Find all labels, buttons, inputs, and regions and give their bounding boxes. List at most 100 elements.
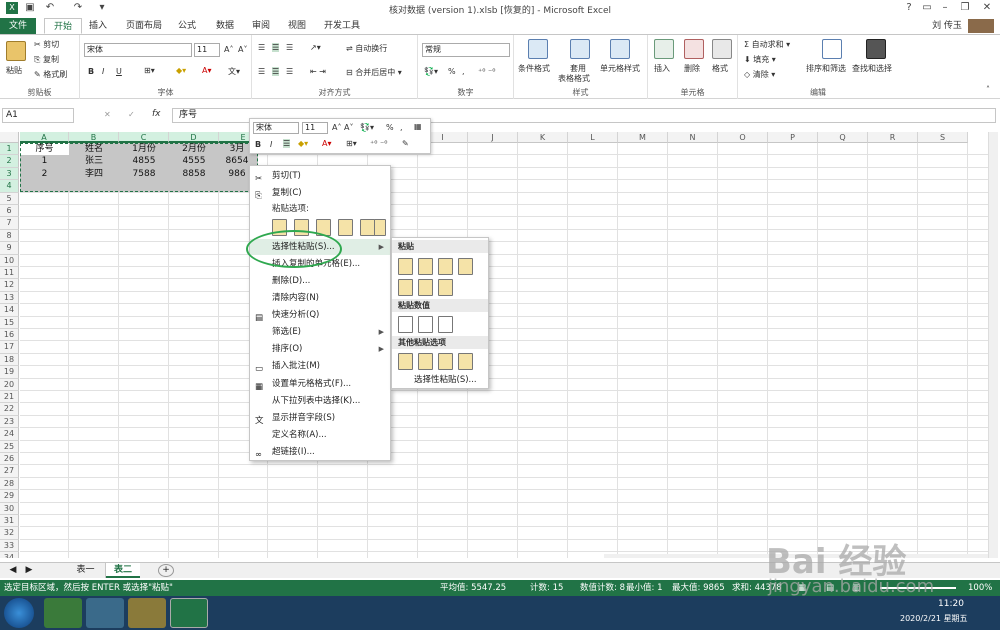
column-header-M[interactable]: M: [618, 132, 668, 143]
cell[interactable]: 4555: [169, 155, 219, 167]
row-header-22[interactable]: 22: [0, 403, 19, 416]
row-header-27[interactable]: 27: [0, 465, 19, 478]
sub-keep-source-icon[interactable]: [458, 258, 473, 275]
mini-decimal-icon[interactable]: ⁺⁰ ⁻⁰: [370, 139, 387, 148]
underline-button[interactable]: U: [116, 67, 122, 76]
user-name[interactable]: 刘 传玉: [930, 18, 964, 34]
taskbar-app-icon[interactable]: [86, 598, 124, 628]
column-header-P[interactable]: P: [768, 132, 818, 143]
row-header-20[interactable]: 20: [0, 378, 19, 391]
mini-currency-icon[interactable]: 💱▾: [360, 123, 374, 132]
close-button[interactable]: ✕: [978, 1, 996, 15]
mini-center-icon[interactable]: ☰: [283, 139, 291, 148]
font-name-combo[interactable]: 宋体: [84, 43, 192, 57]
row-header-10[interactable]: 10: [0, 254, 19, 267]
row-header-8[interactable]: 8: [0, 229, 19, 243]
mini-painter-icon[interactable]: ✎: [402, 139, 409, 148]
indent-icon[interactable]: ⇤ ⇥: [310, 67, 326, 76]
sub-formatting-icon[interactable]: [398, 353, 413, 370]
select-all-corner[interactable]: [0, 132, 19, 143]
taskbar-app-icon[interactable]: [44, 598, 82, 628]
mini-font-color-icon[interactable]: A▾: [322, 139, 332, 148]
delete-cells-button[interactable]: 删除: [684, 63, 700, 74]
comma-button[interactable]: ,: [462, 67, 465, 76]
paste-transpose-option-icon[interactable]: [338, 219, 353, 236]
paste-formatting-option-icon[interactable]: [360, 219, 375, 236]
italic-button[interactable]: I: [102, 67, 104, 76]
mini-font-combo[interactable]: 宋体: [253, 122, 299, 134]
mini-border-icon[interactable]: ⊞▾: [346, 139, 357, 148]
align-center-icon[interactable]: ☰: [272, 67, 280, 76]
autosum-button[interactable]: Σ 自动求和 ▾: [744, 39, 790, 50]
column-header-B[interactable]: B: [69, 132, 119, 143]
row-header-5[interactable]: 5: [0, 192, 19, 205]
tab-home[interactable]: 开始: [44, 18, 82, 34]
column-header-L[interactable]: L: [568, 132, 618, 143]
menu-clear[interactable]: 清除内容(N): [250, 290, 390, 306]
avatar[interactable]: [968, 19, 994, 33]
row-header-19[interactable]: 19: [0, 366, 19, 379]
align-bottom-icon[interactable]: ☰: [286, 43, 293, 52]
menu-phonetic[interactable]: 文显示拼音字段(S): [250, 410, 390, 426]
start-button[interactable]: [4, 598, 34, 628]
vertical-scrollbar[interactable]: [988, 132, 998, 558]
column-header-O[interactable]: O: [718, 132, 768, 143]
shrink-font-button[interactable]: A˅: [238, 45, 247, 54]
column-header-S[interactable]: S: [918, 132, 968, 143]
sort-filter-button[interactable]: 排序和筛选: [806, 63, 846, 74]
menu-filter[interactable]: 筛选(E) ▶: [250, 324, 390, 340]
format-painter-button[interactable]: ✎ 格式刷: [34, 69, 67, 80]
menu-insert-comment[interactable]: ▭ 插入批注(M): [250, 358, 390, 374]
number-format-combo[interactable]: 常规: [422, 43, 510, 57]
row-header-13[interactable]: 13: [0, 291, 19, 305]
row-header-31[interactable]: 31: [0, 515, 19, 528]
decimal-icon[interactable]: ⁺⁰ ⁻⁰: [478, 67, 495, 76]
collapse-ribbon-icon[interactable]: ˄: [986, 85, 990, 94]
tab-view[interactable]: 视图: [282, 18, 312, 34]
worksheet-grid[interactable]: ABCDEFGHIJKLMNOPQRS 12345678910111213141…: [0, 132, 998, 558]
row-header-7[interactable]: 7: [0, 217, 19, 230]
menu-hyperlink[interactable]: ∞ 超链接(I)...: [250, 444, 390, 460]
sub-values-icon[interactable]: [398, 316, 413, 333]
find-select-icon[interactable]: [866, 39, 886, 59]
cancel-icon[interactable]: ✕: [104, 110, 111, 119]
row-header-18[interactable]: 18: [0, 353, 19, 367]
column-header-D[interactable]: D: [169, 132, 219, 143]
currency-icon[interactable]: 💱▾: [424, 67, 438, 76]
grow-font-button[interactable]: A˄: [224, 45, 233, 54]
insert-function-icon[interactable]: fx: [152, 109, 161, 119]
format-table-icon[interactable]: [570, 39, 590, 59]
wrap-text-button[interactable]: ⇌ 自动换行: [346, 43, 387, 54]
cell[interactable]: 7588: [119, 168, 169, 180]
sheet-tab-2[interactable]: 表二: [106, 563, 140, 578]
cell[interactable]: 1月份: [119, 143, 169, 155]
align-top-icon[interactable]: ☰: [258, 43, 265, 52]
sub-paste-icon[interactable]: [398, 258, 413, 275]
menu-format-cells[interactable]: ▦ 设置单元格格式(F)...: [250, 376, 390, 392]
menu-quick-analysis[interactable]: ▤ 快速分析(Q): [250, 307, 390, 323]
mini-bold-button[interactable]: B: [255, 140, 261, 149]
phonetic-icon[interactable]: 文▾: [228, 66, 240, 77]
align-middle-icon[interactable]: ☰: [272, 43, 280, 52]
name-box[interactable]: A1: [2, 108, 74, 123]
excel-taskbar-icon[interactable]: [170, 598, 208, 628]
ribbon-display-button[interactable]: ▭: [918, 1, 936, 15]
percent-button[interactable]: %: [448, 67, 456, 76]
mini-grow-icon[interactable]: A˄ A˅: [332, 123, 354, 132]
font-size-combo[interactable]: 11: [194, 43, 220, 57]
column-header-Q[interactable]: Q: [818, 132, 868, 143]
paste-icon[interactable]: [6, 41, 26, 61]
column-header-R[interactable]: R: [868, 132, 918, 143]
paste-link-option-icon[interactable]: [374, 219, 386, 236]
insert-cells-icon[interactable]: [654, 39, 674, 59]
cell[interactable]: 2: [20, 168, 69, 180]
tab-data[interactable]: 数据: [210, 18, 240, 34]
mini-comma-button[interactable]: ,: [400, 123, 403, 132]
clear-button[interactable]: ◇ 清除 ▾: [744, 69, 775, 80]
row-header-32[interactable]: 32: [0, 527, 19, 540]
row-header-29[interactable]: 29: [0, 490, 19, 503]
sub-picture-icon[interactable]: [438, 353, 453, 370]
sub-formulas-icon[interactable]: [418, 258, 433, 275]
orientation-icon[interactable]: ↗▾: [310, 43, 321, 52]
mini-format-icon[interactable]: ▦: [414, 122, 422, 131]
